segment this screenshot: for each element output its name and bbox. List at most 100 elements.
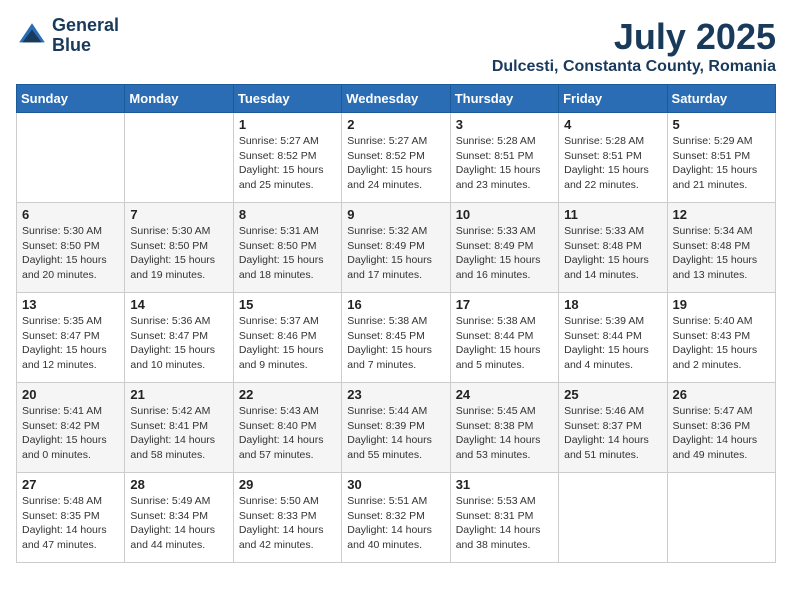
calendar-day-cell: 8 Sunrise: 5:31 AM Sunset: 8:50 PM Daylig… xyxy=(233,203,341,293)
day-number: 18 xyxy=(564,297,661,312)
day-info: Sunrise: 5:29 AM Sunset: 8:51 PM Dayligh… xyxy=(673,134,770,193)
day-info: Sunrise: 5:45 AM Sunset: 8:38 PM Dayligh… xyxy=(456,404,553,463)
calendar-day-cell: 13 Sunrise: 5:35 AM Sunset: 8:47 PM Dayli… xyxy=(17,293,125,383)
calendar-day-cell: 17Sunrise: 5:38 AM Sunset: 8:44 PM Dayli… xyxy=(450,293,558,383)
calendar-day-cell: 6 Sunrise: 5:30 AM Sunset: 8:50 PM Daylig… xyxy=(17,203,125,293)
calendar-week-row: 1 Sunrise: 5:27 AM Sunset: 8:52 PM Daylig… xyxy=(17,113,776,203)
day-info: Sunrise: 5:28 AM Sunset: 8:51 PM Dayligh… xyxy=(456,134,553,193)
day-number: 19 xyxy=(673,297,770,312)
calendar-day-cell: 19Sunrise: 5:40 AM Sunset: 8:43 PM Dayli… xyxy=(667,293,775,383)
calendar-week-row: 20Sunrise: 5:41 AM Sunset: 8:42 PM Dayli… xyxy=(17,383,776,473)
day-number: 21 xyxy=(130,387,227,402)
page-header: General Blue July 2025 Dulcesti, Constan… xyxy=(16,16,776,76)
calendar-day-cell: 22 Sunrise: 5:43 AM Sunset: 8:40 PM Dayli… xyxy=(233,383,341,473)
day-info: Sunrise: 5:49 AM Sunset: 8:34 PM Dayligh… xyxy=(130,494,227,553)
day-number: 27 xyxy=(22,477,119,492)
day-info: Sunrise: 5:30 AM Sunset: 8:50 PM Dayligh… xyxy=(130,224,227,283)
calendar-day-cell: 15Sunrise: 5:37 AM Sunset: 8:46 PM Dayli… xyxy=(233,293,341,383)
day-number: 13 xyxy=(22,297,119,312)
day-info: Sunrise: 5:27 AM Sunset: 8:52 PM Dayligh… xyxy=(239,134,336,193)
day-number: 31 xyxy=(456,477,553,492)
day-info: Sunrise: 5:36 AM Sunset: 8:47 PM Dayligh… xyxy=(130,314,227,373)
day-number: 5 xyxy=(673,117,770,132)
calendar-day-cell: 10 Sunrise: 5:33 AM Sunset: 8:49 PM Dayli… xyxy=(450,203,558,293)
calendar-day-cell: 28 Sunrise: 5:49 AM Sunset: 8:34 PM Dayli… xyxy=(125,473,233,563)
calendar-day-cell: 4 Sunrise: 5:28 AM Sunset: 8:51 PM Daylig… xyxy=(559,113,667,203)
calendar-header-cell: Saturday xyxy=(667,85,775,113)
title-block: July 2025 Dulcesti, Constanta County, Ro… xyxy=(492,16,776,76)
calendar-day-cell: 31 Sunrise: 5:53 AM Sunset: 8:31 PM Dayli… xyxy=(450,473,558,563)
day-info: Sunrise: 5:50 AM Sunset: 8:33 PM Dayligh… xyxy=(239,494,336,553)
calendar-day-cell: 2 Sunrise: 5:27 AM Sunset: 8:52 PM Daylig… xyxy=(342,113,450,203)
calendar-day-cell: 23Sunrise: 5:44 AM Sunset: 8:39 PM Dayli… xyxy=(342,383,450,473)
day-info: Sunrise: 5:30 AM Sunset: 8:50 PM Dayligh… xyxy=(22,224,119,283)
calendar-day-cell: 14 Sunrise: 5:36 AM Sunset: 8:47 PM Dayli… xyxy=(125,293,233,383)
month-title: July 2025 xyxy=(492,16,776,58)
day-info: Sunrise: 5:43 AM Sunset: 8:40 PM Dayligh… xyxy=(239,404,336,463)
calendar-body: 1 Sunrise: 5:27 AM Sunset: 8:52 PM Daylig… xyxy=(17,113,776,563)
day-number: 22 xyxy=(239,387,336,402)
day-info: Sunrise: 5:37 AM Sunset: 8:46 PM Dayligh… xyxy=(239,314,336,373)
day-number: 20 xyxy=(22,387,119,402)
day-number: 26 xyxy=(673,387,770,402)
day-number: 12 xyxy=(673,207,770,222)
day-number: 10 xyxy=(456,207,553,222)
day-info: Sunrise: 5:32 AM Sunset: 8:49 PM Dayligh… xyxy=(347,224,444,283)
calendar-header-cell: Friday xyxy=(559,85,667,113)
calendar-day-cell xyxy=(667,473,775,563)
day-number: 24 xyxy=(456,387,553,402)
calendar-header-cell: Monday xyxy=(125,85,233,113)
day-info: Sunrise: 5:38 AM Sunset: 8:45 PM Dayligh… xyxy=(347,314,444,373)
day-number: 25 xyxy=(564,387,661,402)
day-number: 30 xyxy=(347,477,444,492)
logo-text: General Blue xyxy=(52,16,119,56)
calendar-day-cell: 16 Sunrise: 5:38 AM Sunset: 8:45 PM Dayli… xyxy=(342,293,450,383)
day-number: 1 xyxy=(239,117,336,132)
day-info: Sunrise: 5:35 AM Sunset: 8:47 PM Dayligh… xyxy=(22,314,119,373)
calendar-header-cell: Wednesday xyxy=(342,85,450,113)
calendar-day-cell: 26 Sunrise: 5:47 AM Sunset: 8:36 PM Dayli… xyxy=(667,383,775,473)
calendar-day-cell: 27 Sunrise: 5:48 AM Sunset: 8:35 PM Dayli… xyxy=(17,473,125,563)
calendar-table: SundayMondayTuesdayWednesdayThursdayFrid… xyxy=(16,84,776,563)
calendar-day-cell: 24 Sunrise: 5:45 AM Sunset: 8:38 PM Dayli… xyxy=(450,383,558,473)
calendar-week-row: 27 Sunrise: 5:48 AM Sunset: 8:35 PM Dayli… xyxy=(17,473,776,563)
day-info: Sunrise: 5:42 AM Sunset: 8:41 PM Dayligh… xyxy=(130,404,227,463)
calendar-header-cell: Thursday xyxy=(450,85,558,113)
logo-icon xyxy=(16,20,48,52)
day-number: 7 xyxy=(130,207,227,222)
calendar-day-cell: 18Sunrise: 5:39 AM Sunset: 8:44 PM Dayli… xyxy=(559,293,667,383)
day-number: 9 xyxy=(347,207,444,222)
day-info: Sunrise: 5:28 AM Sunset: 8:51 PM Dayligh… xyxy=(564,134,661,193)
calendar-day-cell: 1 Sunrise: 5:27 AM Sunset: 8:52 PM Daylig… xyxy=(233,113,341,203)
day-number: 28 xyxy=(130,477,227,492)
day-number: 16 xyxy=(347,297,444,312)
calendar-day-cell: 25 Sunrise: 5:46 AM Sunset: 8:37 PM Dayli… xyxy=(559,383,667,473)
calendar-day-cell: 5 Sunrise: 5:29 AM Sunset: 8:51 PM Daylig… xyxy=(667,113,775,203)
day-number: 4 xyxy=(564,117,661,132)
day-number: 3 xyxy=(456,117,553,132)
calendar-day-cell: 11Sunrise: 5:33 AM Sunset: 8:48 PM Dayli… xyxy=(559,203,667,293)
calendar-day-cell: 9 Sunrise: 5:32 AM Sunset: 8:49 PM Daylig… xyxy=(342,203,450,293)
day-number: 2 xyxy=(347,117,444,132)
day-info: Sunrise: 5:27 AM Sunset: 8:52 PM Dayligh… xyxy=(347,134,444,193)
day-info: Sunrise: 5:48 AM Sunset: 8:35 PM Dayligh… xyxy=(22,494,119,553)
day-number: 14 xyxy=(130,297,227,312)
calendar-day-cell: 20Sunrise: 5:41 AM Sunset: 8:42 PM Dayli… xyxy=(17,383,125,473)
day-info: Sunrise: 5:47 AM Sunset: 8:36 PM Dayligh… xyxy=(673,404,770,463)
calendar-day-cell xyxy=(559,473,667,563)
logo: General Blue xyxy=(16,16,119,56)
calendar-day-cell xyxy=(125,113,233,203)
day-info: Sunrise: 5:53 AM Sunset: 8:31 PM Dayligh… xyxy=(456,494,553,553)
day-info: Sunrise: 5:38 AM Sunset: 8:44 PM Dayligh… xyxy=(456,314,553,373)
day-info: Sunrise: 5:46 AM Sunset: 8:37 PM Dayligh… xyxy=(564,404,661,463)
day-info: Sunrise: 5:31 AM Sunset: 8:50 PM Dayligh… xyxy=(239,224,336,283)
day-number: 11 xyxy=(564,207,661,222)
day-number: 8 xyxy=(239,207,336,222)
day-info: Sunrise: 5:33 AM Sunset: 8:49 PM Dayligh… xyxy=(456,224,553,283)
calendar-day-cell: 29 Sunrise: 5:50 AM Sunset: 8:33 PM Dayli… xyxy=(233,473,341,563)
day-number: 6 xyxy=(22,207,119,222)
day-info: Sunrise: 5:51 AM Sunset: 8:32 PM Dayligh… xyxy=(347,494,444,553)
calendar-week-row: 6 Sunrise: 5:30 AM Sunset: 8:50 PM Daylig… xyxy=(17,203,776,293)
day-number: 29 xyxy=(239,477,336,492)
day-info: Sunrise: 5:44 AM Sunset: 8:39 PM Dayligh… xyxy=(347,404,444,463)
